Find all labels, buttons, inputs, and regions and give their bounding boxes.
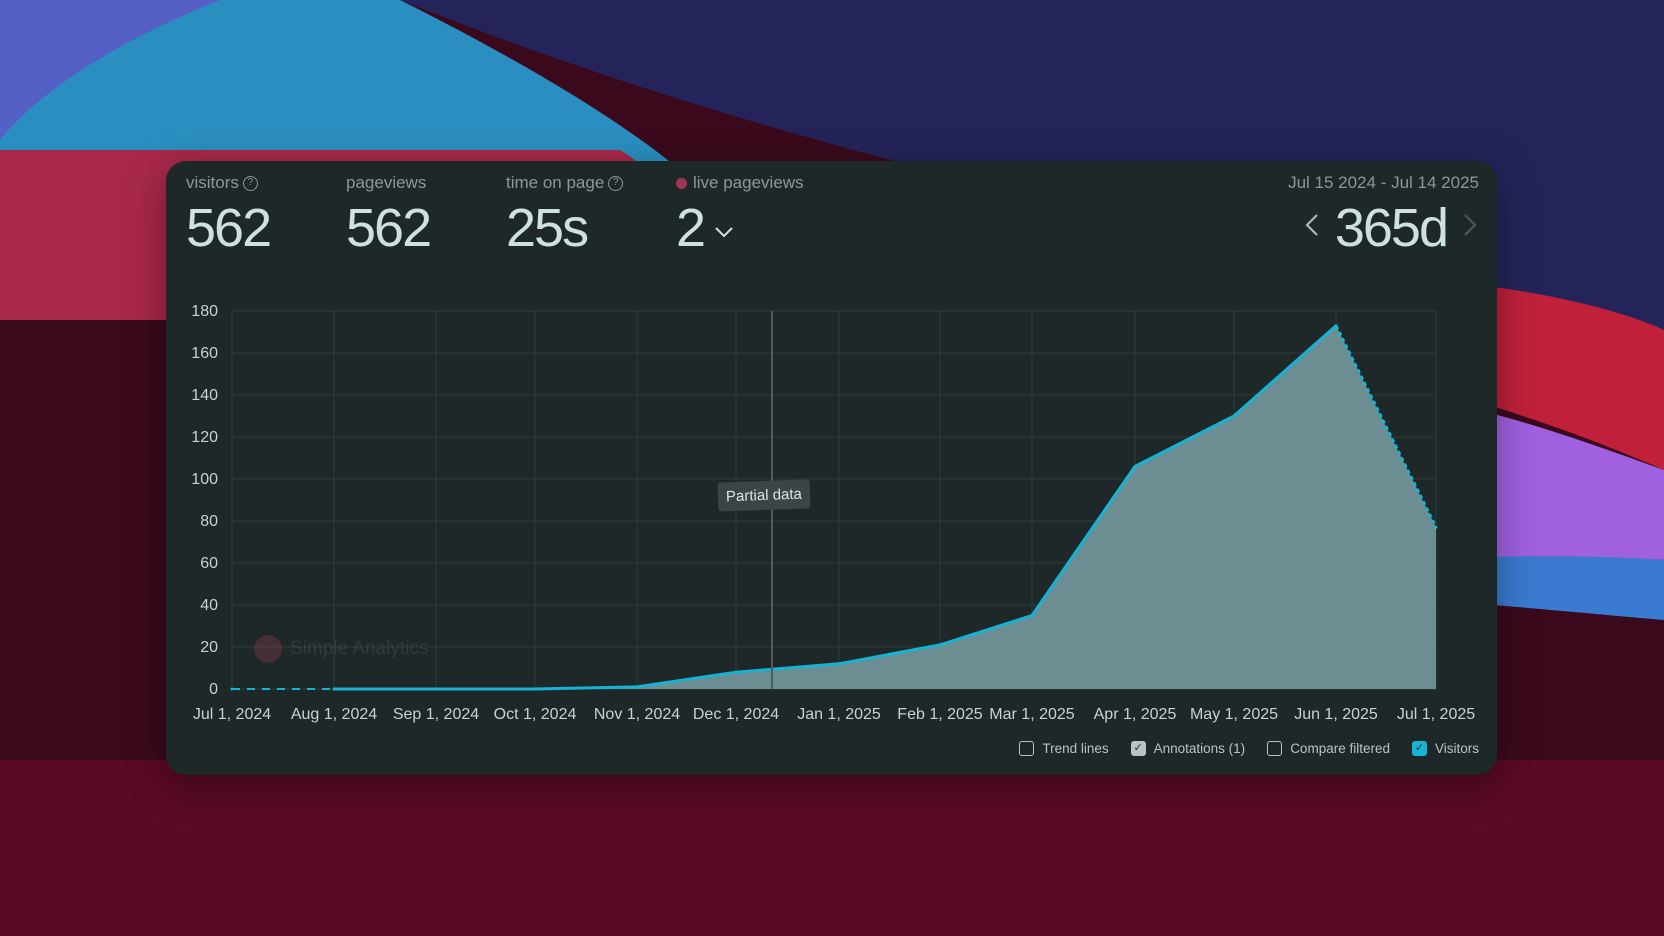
data-point <box>635 685 639 689</box>
x-tick-label: Apr 1, 2025 <box>1094 706 1177 723</box>
checkbox-icon[interactable] <box>1267 741 1283 756</box>
x-tick-label: May 1, 2025 <box>1190 706 1278 723</box>
y-tick-label: 100 <box>191 471 218 488</box>
legend-label: Compare filtered <box>1290 741 1390 756</box>
data-point <box>533 687 537 691</box>
y-tick-label: 20 <box>200 639 218 656</box>
watermark: Simple Analytics <box>254 635 428 663</box>
y-tick-label: 140 <box>191 387 218 404</box>
data-point <box>734 670 738 674</box>
x-tick-label: Jul 1, 2025 <box>1397 706 1475 723</box>
y-tick-label: 120 <box>191 429 218 446</box>
data-point <box>938 643 942 647</box>
x-tick-label: Oct 1, 2024 <box>494 706 577 723</box>
y-tick-label: 40 <box>200 597 218 614</box>
x-tick-label: Jun 1, 2025 <box>1294 706 1378 723</box>
y-tick-label: 80 <box>200 513 218 530</box>
legend-label: Visitors <box>1434 741 1479 756</box>
y-tick-label: 180 <box>191 303 218 320</box>
data-point <box>1334 324 1338 328</box>
x-tick-label: Aug 1, 2024 <box>291 706 377 723</box>
legend-visitors[interactable]: ✓ Visitors <box>1411 741 1479 756</box>
legend-annotations[interactable]: ✓ Annotations (1) <box>1130 741 1246 756</box>
visitors-area-chart: 0 20 40 60 80 100 120 140 160 180 Jul 1, 2024 Aug 1… <box>191 303 1475 723</box>
checkbox-checked-icon[interactable]: ✓ <box>1411 741 1427 756</box>
legend-label: Trend lines <box>1042 741 1109 756</box>
data-point <box>1232 414 1236 418</box>
x-tick-label: Sep 1, 2024 <box>393 706 479 723</box>
data-point <box>837 662 841 666</box>
x-tick-label: Jan 1, 2025 <box>797 706 881 723</box>
x-tick-label: Mar 1, 2025 <box>989 706 1074 723</box>
simple-analytics-logo-icon <box>254 635 282 663</box>
legend-trend-lines[interactable]: Trend lines <box>1019 741 1109 756</box>
legend-label: Annotations (1) <box>1153 741 1246 756</box>
data-point <box>1434 525 1438 529</box>
data-point <box>1133 464 1137 468</box>
data-point <box>332 687 336 691</box>
checkbox-checked-icon[interactable]: ✓ <box>1130 741 1146 756</box>
x-tick-label: Dec 1, 2024 <box>693 706 779 723</box>
analytics-card: visitors ? 562 pageviews 562 time on pag… <box>166 161 1497 775</box>
x-tick-label: Jul 1, 2024 <box>193 706 271 723</box>
y-tick-label: 160 <box>191 345 218 362</box>
annotation-label[interactable]: Partial data <box>717 479 811 512</box>
y-tick-label: 0 <box>209 681 218 698</box>
watermark-text: Simple Analytics <box>290 638 429 659</box>
data-point <box>1030 614 1034 617</box>
checkbox-icon[interactable] <box>1019 741 1035 756</box>
x-tick-label: Feb 1, 2025 <box>897 706 983 723</box>
legend-compare-filtered[interactable]: Compare filtered <box>1267 741 1390 756</box>
data-point <box>230 687 234 691</box>
chart-legend: Trend lines ✓ Annotations (1) Compare fi… <box>1019 741 1479 756</box>
y-tick-label: 60 <box>200 555 218 572</box>
data-point <box>434 687 438 691</box>
x-tick-label: Nov 1, 2024 <box>594 706 680 723</box>
